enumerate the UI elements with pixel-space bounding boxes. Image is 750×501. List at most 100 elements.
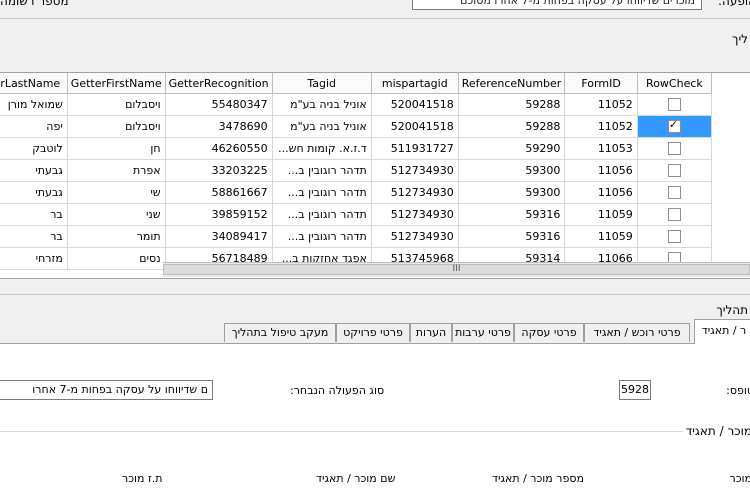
cell-rowcheck[interactable]: [637, 160, 711, 182]
cell-recog[interactable]: 34089417: [165, 226, 272, 248]
cell-tagid[interactable]: תדהר רוגובין ב...: [272, 182, 371, 204]
cell-first[interactable]: חן: [67, 138, 165, 160]
cell-mispar[interactable]: 512734930: [371, 226, 458, 248]
column-header[interactable]: FormID: [565, 73, 637, 94]
action-type-input[interactable]: ם שדיווחו על עסקה בפחות מ-7 אחרו: [0, 380, 213, 400]
form-label: טופס:: [726, 384, 750, 397]
cell-recog[interactable]: 46260550: [165, 138, 272, 160]
column-header[interactable]: GetterLastName: [0, 73, 67, 94]
row-checkbox[interactable]: [668, 164, 681, 177]
tab-1[interactable]: פרטי רוכש / תאגיד: [584, 323, 690, 342]
cell-form[interactable]: 11059: [565, 226, 637, 248]
cell-last[interactable]: גבעתי: [0, 182, 67, 204]
column-header[interactable]: RowCheck: [637, 73, 711, 94]
cell-form[interactable]: 11052: [565, 116, 637, 138]
cell-form[interactable]: 11056: [565, 182, 637, 204]
mid-separator: [0, 294, 750, 295]
table-row[interactable]: לוטבקחן46260550ד.ז.א. קומות חש...5119317…: [0, 138, 712, 160]
row-checkbox[interactable]: [668, 230, 681, 243]
cell-mispar[interactable]: 520041518: [371, 116, 458, 138]
cell-ref[interactable]: 59300: [458, 182, 565, 204]
cell-first[interactable]: תומר: [67, 226, 165, 248]
cell-recog[interactable]: 33203225: [165, 160, 272, 182]
cell-rowcheck[interactable]: [637, 94, 711, 116]
cell-first[interactable]: ויסבלום: [67, 94, 165, 116]
top-separator: [0, 18, 750, 19]
form-number-input[interactable]: 5928: [619, 380, 651, 400]
data-grid[interactable]: GetterLastNameGetterFirstNameGetterRecog…: [0, 72, 750, 279]
column-header[interactable]: Tagid: [272, 73, 371, 94]
table-row[interactable]: שמואל מורןויסבלום55480347אוניל בניה בע"מ…: [0, 94, 712, 116]
column-header[interactable]: GetterFirstName: [67, 73, 165, 94]
row-checkbox[interactable]: [668, 142, 681, 155]
cell-rowcheck[interactable]: [637, 138, 711, 160]
table-row[interactable]: גבעתישי58861667תדהר רוגובין ב...51273493…: [0, 182, 712, 204]
cell-last[interactable]: מזרחי: [0, 248, 67, 270]
tab-3[interactable]: פרטי ערבות: [452, 323, 514, 342]
cell-rowcheck[interactable]: [637, 116, 711, 138]
cell-tagid[interactable]: תדהר רוגובין ב...: [272, 204, 371, 226]
column-header[interactable]: GetterRecognition: [165, 73, 272, 94]
cell-form[interactable]: 11056: [565, 160, 637, 182]
cell-last[interactable]: לוטבק: [0, 138, 67, 160]
tab-6[interactable]: מעקב טיפול בתהליך: [224, 323, 336, 342]
cell-form[interactable]: 11052: [565, 94, 637, 116]
cell-mispar[interactable]: 511931727: [371, 138, 458, 160]
table-row[interactable]: ברתומר34089417תדהר רוגובין ב...512734930…: [0, 226, 712, 248]
panel-separator: [0, 431, 750, 432]
top-field-label: הופעה:: [718, 0, 750, 8]
cell-recog[interactable]: 3478690: [165, 116, 272, 138]
cell-form[interactable]: 11053: [565, 138, 637, 160]
row-checkbox[interactable]: [668, 208, 681, 221]
cell-mispar[interactable]: 520041518: [371, 94, 458, 116]
table-row[interactable]: גבעתיאפרת33203225תדהר רוגובין ב...512734…: [0, 160, 712, 182]
cell-recog[interactable]: 39859152: [165, 204, 272, 226]
cell-first[interactable]: נסים: [67, 248, 165, 270]
column-header[interactable]: mispartagid: [371, 73, 458, 94]
cell-mispar[interactable]: 512734930: [371, 160, 458, 182]
row-checkbox[interactable]: [668, 98, 681, 111]
cell-last[interactable]: שמואל מורן: [0, 94, 67, 116]
cell-first[interactable]: אפרת: [67, 160, 165, 182]
tab-5[interactable]: פרטי פרויקט: [336, 323, 410, 342]
cell-ref[interactable]: 59288: [458, 116, 565, 138]
cell-first[interactable]: שני: [67, 204, 165, 226]
cell-recog[interactable]: 55480347: [165, 94, 272, 116]
row-checkbox[interactable]: [668, 120, 681, 133]
column-header[interactable]: ReferenceNumber: [458, 73, 565, 94]
horizontal-scrollbar[interactable]: III: [163, 262, 750, 277]
top-field-input[interactable]: מוכרים שדיווחו על עסקה בפחות מ-7 אחרו מס…: [412, 0, 702, 10]
cell-first[interactable]: ויסבלום: [67, 116, 165, 138]
cell-ref[interactable]: 59316: [458, 204, 565, 226]
table-row[interactable]: יפהויסבלום3478690אוניל בניה בע"מ52004151…: [0, 116, 712, 138]
cell-form[interactable]: 11059: [565, 204, 637, 226]
cell-tagid[interactable]: תדהר רוגובין ב...: [272, 160, 371, 182]
tab-2[interactable]: פרטי עסקה: [514, 323, 584, 342]
cell-last[interactable]: בר: [0, 204, 67, 226]
cell-first[interactable]: שי: [67, 182, 165, 204]
cell-tagid[interactable]: ד.ז.א. קומות חש...: [272, 138, 371, 160]
cell-tagid[interactable]: אוניל בניה בע"מ: [272, 94, 371, 116]
cell-ref[interactable]: 59316: [458, 226, 565, 248]
cell-last[interactable]: יפה: [0, 116, 67, 138]
cell-rowcheck[interactable]: [637, 204, 711, 226]
cell-ref[interactable]: 59288: [458, 94, 565, 116]
cell-tagid[interactable]: אוניל בניה בע"מ: [272, 116, 371, 138]
cell-last[interactable]: בר: [0, 226, 67, 248]
cell-ref[interactable]: 59300: [458, 160, 565, 182]
seller-group-label: מוכר / תאגיד: [683, 424, 750, 438]
table-row[interactable]: ברשני39859152תדהר רוגובין ב...5127349305…: [0, 204, 712, 226]
cell-mispar[interactable]: 512734930: [371, 182, 458, 204]
cell-rowcheck[interactable]: [637, 182, 711, 204]
cell-tagid[interactable]: תדהר רוגובין ב...: [272, 226, 371, 248]
row-checkbox[interactable]: [668, 186, 681, 199]
tab-4[interactable]: הערות: [410, 323, 452, 342]
cell-rowcheck[interactable]: [637, 226, 711, 248]
tab-panel: טופס: 5928 סוג הפעולה הנבחר: ם שדיווחו ע…: [0, 343, 750, 501]
cell-ref[interactable]: 59290: [458, 138, 565, 160]
scrollbar-thumb[interactable]: III: [163, 264, 750, 275]
cell-recog[interactable]: 58861667: [165, 182, 272, 204]
cell-last[interactable]: גבעתי: [0, 160, 67, 182]
cell-mispar[interactable]: 512734930: [371, 204, 458, 226]
tab-0[interactable]: ר / תאגיד: [694, 319, 750, 344]
